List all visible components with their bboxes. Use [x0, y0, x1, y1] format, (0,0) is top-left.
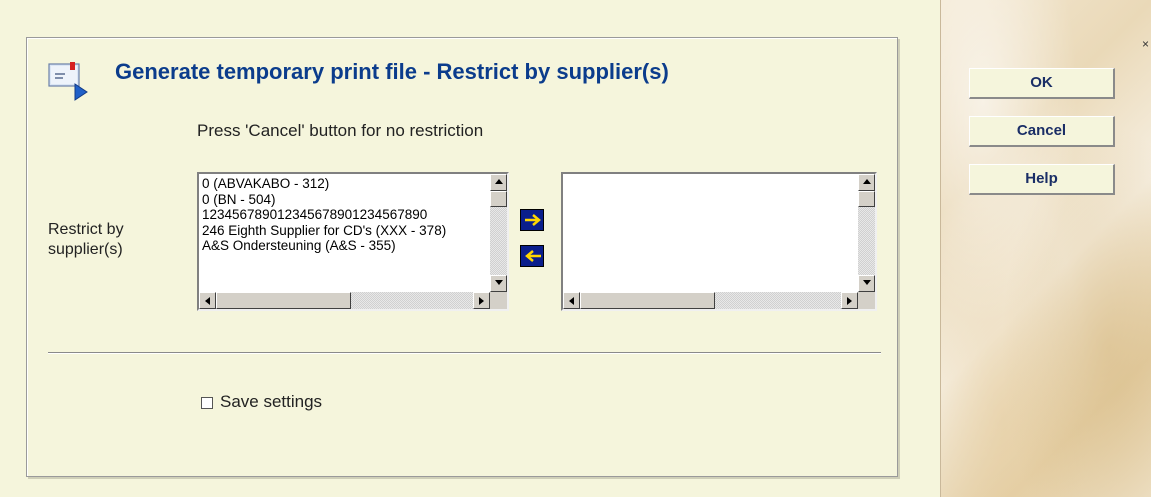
scroll-left-button[interactable]	[199, 292, 216, 309]
vertical-scrollbar[interactable]	[858, 174, 875, 292]
restrict-by-label-line1: Restrict by	[48, 221, 124, 238]
move-right-button[interactable]	[520, 209, 544, 231]
scroll-right-icon	[847, 297, 852, 305]
horizontal-scrollbar[interactable]	[563, 292, 858, 309]
move-left-button[interactable]	[520, 245, 544, 267]
ok-button[interactable]: OK	[969, 68, 1115, 99]
scroll-up-icon	[863, 179, 871, 184]
envelope-arrow-icon	[48, 62, 88, 101]
help-button[interactable]: Help	[969, 164, 1115, 195]
scroll-up-button[interactable]	[858, 174, 875, 191]
close-icon[interactable]: ×	[1142, 38, 1151, 50]
scroll-thumb[interactable]	[490, 191, 507, 207]
arrow-right-icon	[525, 214, 541, 226]
scroll-up-button[interactable]	[490, 174, 507, 191]
scroll-corner	[858, 292, 875, 309]
scroll-right-button[interactable]	[473, 292, 490, 309]
vertical-scrollbar[interactable]	[490, 174, 507, 292]
scroll-down-button[interactable]	[490, 275, 507, 292]
horizontal-scrollbar[interactable]	[199, 292, 490, 309]
scroll-right-icon	[479, 297, 484, 305]
scroll-down-icon	[863, 280, 871, 285]
save-settings-label[interactable]: Save settings	[220, 392, 322, 412]
divider	[48, 352, 881, 354]
supplier-source-list[interactable]: 0 (ABVAKABO - 312) 0 (BN - 504) 12345678…	[197, 172, 509, 311]
scroll-down-button[interactable]	[858, 275, 875, 292]
save-settings-checkbox[interactable]	[201, 397, 213, 409]
scroll-left-icon	[569, 297, 574, 305]
scroll-thumb[interactable]	[580, 292, 715, 309]
page-title: Generate temporary print file - Restrict…	[115, 59, 669, 84]
list-item[interactable]: 246 Eighth Supplier for CD's (XXX - 378)	[202, 223, 487, 239]
scroll-right-button[interactable]	[841, 292, 858, 309]
hint-text: Press 'Cancel' button for no restriction	[197, 121, 484, 140]
list-item[interactable]: 123456789012345678901234567890	[202, 207, 487, 223]
supplier-target-list[interactable]	[561, 172, 877, 311]
scroll-thumb[interactable]	[216, 292, 351, 309]
list-item[interactable]: 0 (BN - 504)	[202, 192, 487, 208]
scroll-left-button[interactable]	[563, 292, 580, 309]
restrict-by-label-line2: supplier(s)	[48, 241, 123, 258]
list-item[interactable]: A&S Ondersteuning (A&S - 355)	[202, 238, 487, 254]
list-item[interactable]: 0 (ABVAKABO - 312)	[202, 176, 487, 192]
cancel-button[interactable]: Cancel	[969, 116, 1115, 147]
restrict-by-label: Restrict by supplier(s)	[48, 220, 188, 260]
scroll-corner	[490, 292, 507, 309]
arrow-left-icon	[525, 250, 541, 262]
scroll-left-icon	[205, 297, 210, 305]
scroll-up-icon	[495, 179, 503, 184]
scroll-down-icon	[495, 280, 503, 285]
scroll-thumb[interactable]	[858, 191, 875, 207]
